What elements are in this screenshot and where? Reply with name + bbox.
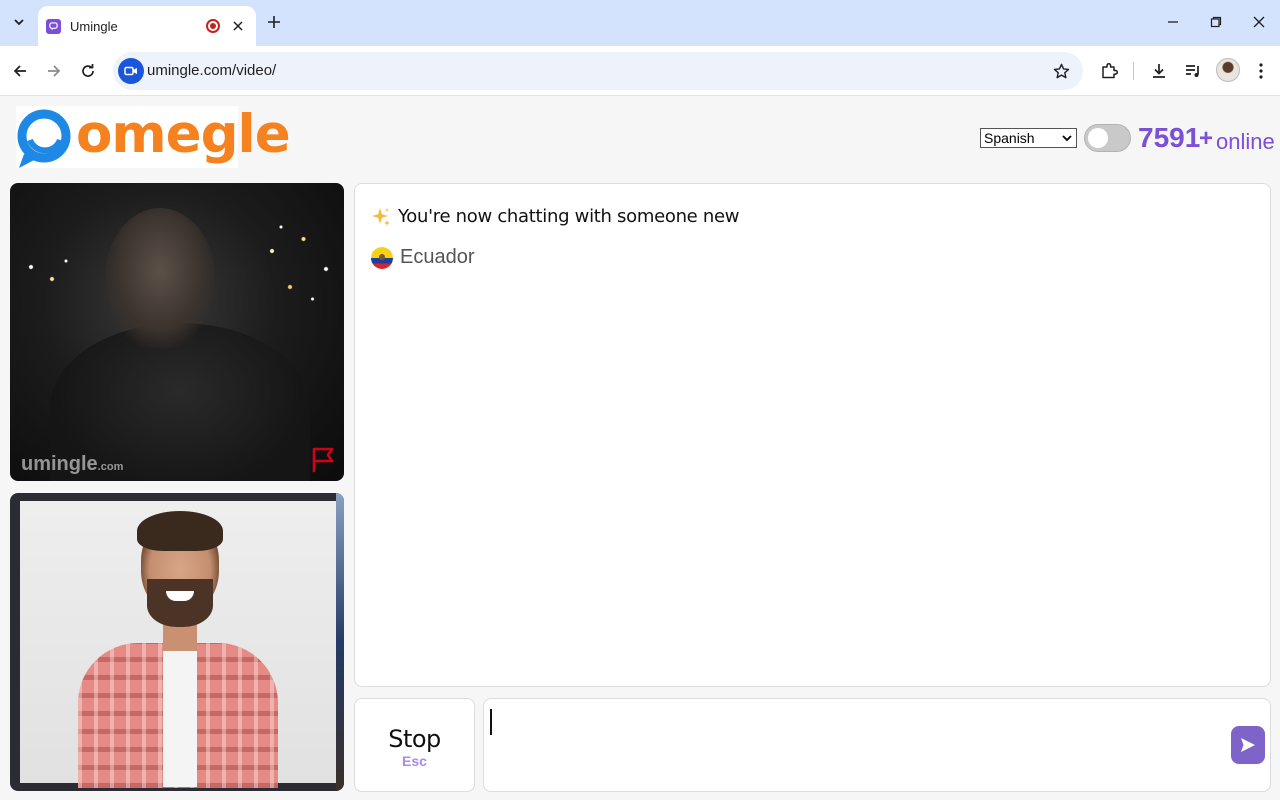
report-button[interactable] xyxy=(310,445,338,473)
toolbar-divider xyxy=(1133,62,1134,80)
flag-icon xyxy=(312,447,334,473)
sparkle-icon xyxy=(372,207,390,226)
toggle-knob xyxy=(1088,128,1108,148)
self-video xyxy=(10,493,344,791)
language-selected: Spanish xyxy=(984,130,1035,146)
self-video-frame xyxy=(20,501,336,788)
video-camera-icon[interactable] xyxy=(118,58,144,84)
umingle-favicon-icon xyxy=(46,18,61,34)
media-control-button[interactable] xyxy=(1180,58,1206,84)
downloads-button[interactable] xyxy=(1146,58,1172,84)
close-icon xyxy=(1253,16,1265,28)
message-input[interactable] xyxy=(488,703,1222,787)
logo-text: omegle xyxy=(76,103,291,165)
video-background-lights xyxy=(254,203,344,323)
watermark-text: umingle xyxy=(21,453,98,475)
back-button[interactable] xyxy=(7,58,33,84)
forward-button[interactable] xyxy=(41,58,67,84)
address-bar[interactable]: umingle.com/video/ xyxy=(113,52,1083,90)
video-background-lights xyxy=(10,243,80,303)
browser-toolbar: umingle.com/video/ xyxy=(0,46,1280,96)
tab-umingle[interactable]: Umingle xyxy=(38,6,256,46)
language-select[interactable]: Spanish xyxy=(980,128,1077,148)
puzzle-icon xyxy=(1102,62,1118,79)
extensions-button[interactable] xyxy=(1096,58,1122,84)
country-row: Ecuador xyxy=(371,246,475,269)
page-content: omegle Spanish 7591 + online umingle.com xyxy=(0,97,1280,800)
video-watermark: umingle.com xyxy=(21,453,123,476)
close-icon xyxy=(233,21,243,31)
restore-button[interactable] xyxy=(1201,8,1231,36)
restore-icon xyxy=(1210,16,1222,28)
media-control-icon xyxy=(1186,65,1199,77)
online-label: online xyxy=(1216,129,1275,154)
close-tab-button[interactable] xyxy=(230,18,246,34)
online-count: 7591 xyxy=(1138,122,1201,153)
tab-title: Umingle xyxy=(70,18,118,34)
mode-toggle-switch[interactable] xyxy=(1084,124,1131,152)
recording-icon xyxy=(206,19,220,33)
minimize-icon xyxy=(1168,21,1178,23)
reload-button[interactable] xyxy=(75,58,101,84)
stranger-video: umingle.com xyxy=(10,183,344,481)
plus-icon xyxy=(268,16,280,28)
tab-search-button[interactable] xyxy=(6,9,32,35)
reload-icon xyxy=(82,64,94,77)
download-icon xyxy=(1153,64,1165,78)
kebab-menu-icon xyxy=(1259,63,1263,79)
stop-button[interactable]: Stop Esc xyxy=(354,698,475,792)
stop-button-label: Stop xyxy=(388,725,441,753)
bookmark-button[interactable] xyxy=(1049,59,1073,83)
browser-tab-bar: Umingle xyxy=(0,0,1280,46)
stranger-country: Ecuador xyxy=(400,246,475,268)
arrow-left-icon xyxy=(13,65,26,77)
text-caret xyxy=(490,709,492,735)
watermark-suffix: .com xyxy=(97,461,124,473)
system-message: You're now chatting with someone new xyxy=(398,206,740,227)
url-text[interactable]: umingle.com/video/ xyxy=(147,62,276,79)
omegle-logo[interactable]: omegle xyxy=(16,106,291,168)
ecuador-flag-icon xyxy=(371,246,393,269)
star-icon xyxy=(1053,63,1069,78)
profile-avatar[interactable] xyxy=(1216,58,1240,82)
self-video-edge xyxy=(336,493,344,791)
minimize-button[interactable] xyxy=(1158,8,1188,36)
close-window-button[interactable] xyxy=(1244,8,1274,36)
browser-menu-button[interactable] xyxy=(1248,58,1274,84)
self-undershirt xyxy=(163,647,197,787)
system-message-row: You're now chatting with someone new xyxy=(371,206,739,227)
send-button[interactable] xyxy=(1231,726,1265,764)
stranger-face xyxy=(105,208,215,348)
chevron-down-icon xyxy=(1062,135,1072,142)
self-hair xyxy=(137,511,223,551)
stop-shortcut-hint: Esc xyxy=(402,753,427,769)
chevron-down-icon xyxy=(14,19,24,26)
message-composer xyxy=(483,698,1271,792)
chat-log: You're now chatting with someone new Ecu… xyxy=(354,183,1271,687)
new-tab-button[interactable] xyxy=(262,10,286,34)
online-plus: + xyxy=(1199,125,1214,152)
arrow-right-icon xyxy=(48,65,61,77)
chat-bubble-logo-icon xyxy=(16,106,72,168)
self-beard xyxy=(147,579,213,627)
send-icon xyxy=(1241,738,1255,752)
